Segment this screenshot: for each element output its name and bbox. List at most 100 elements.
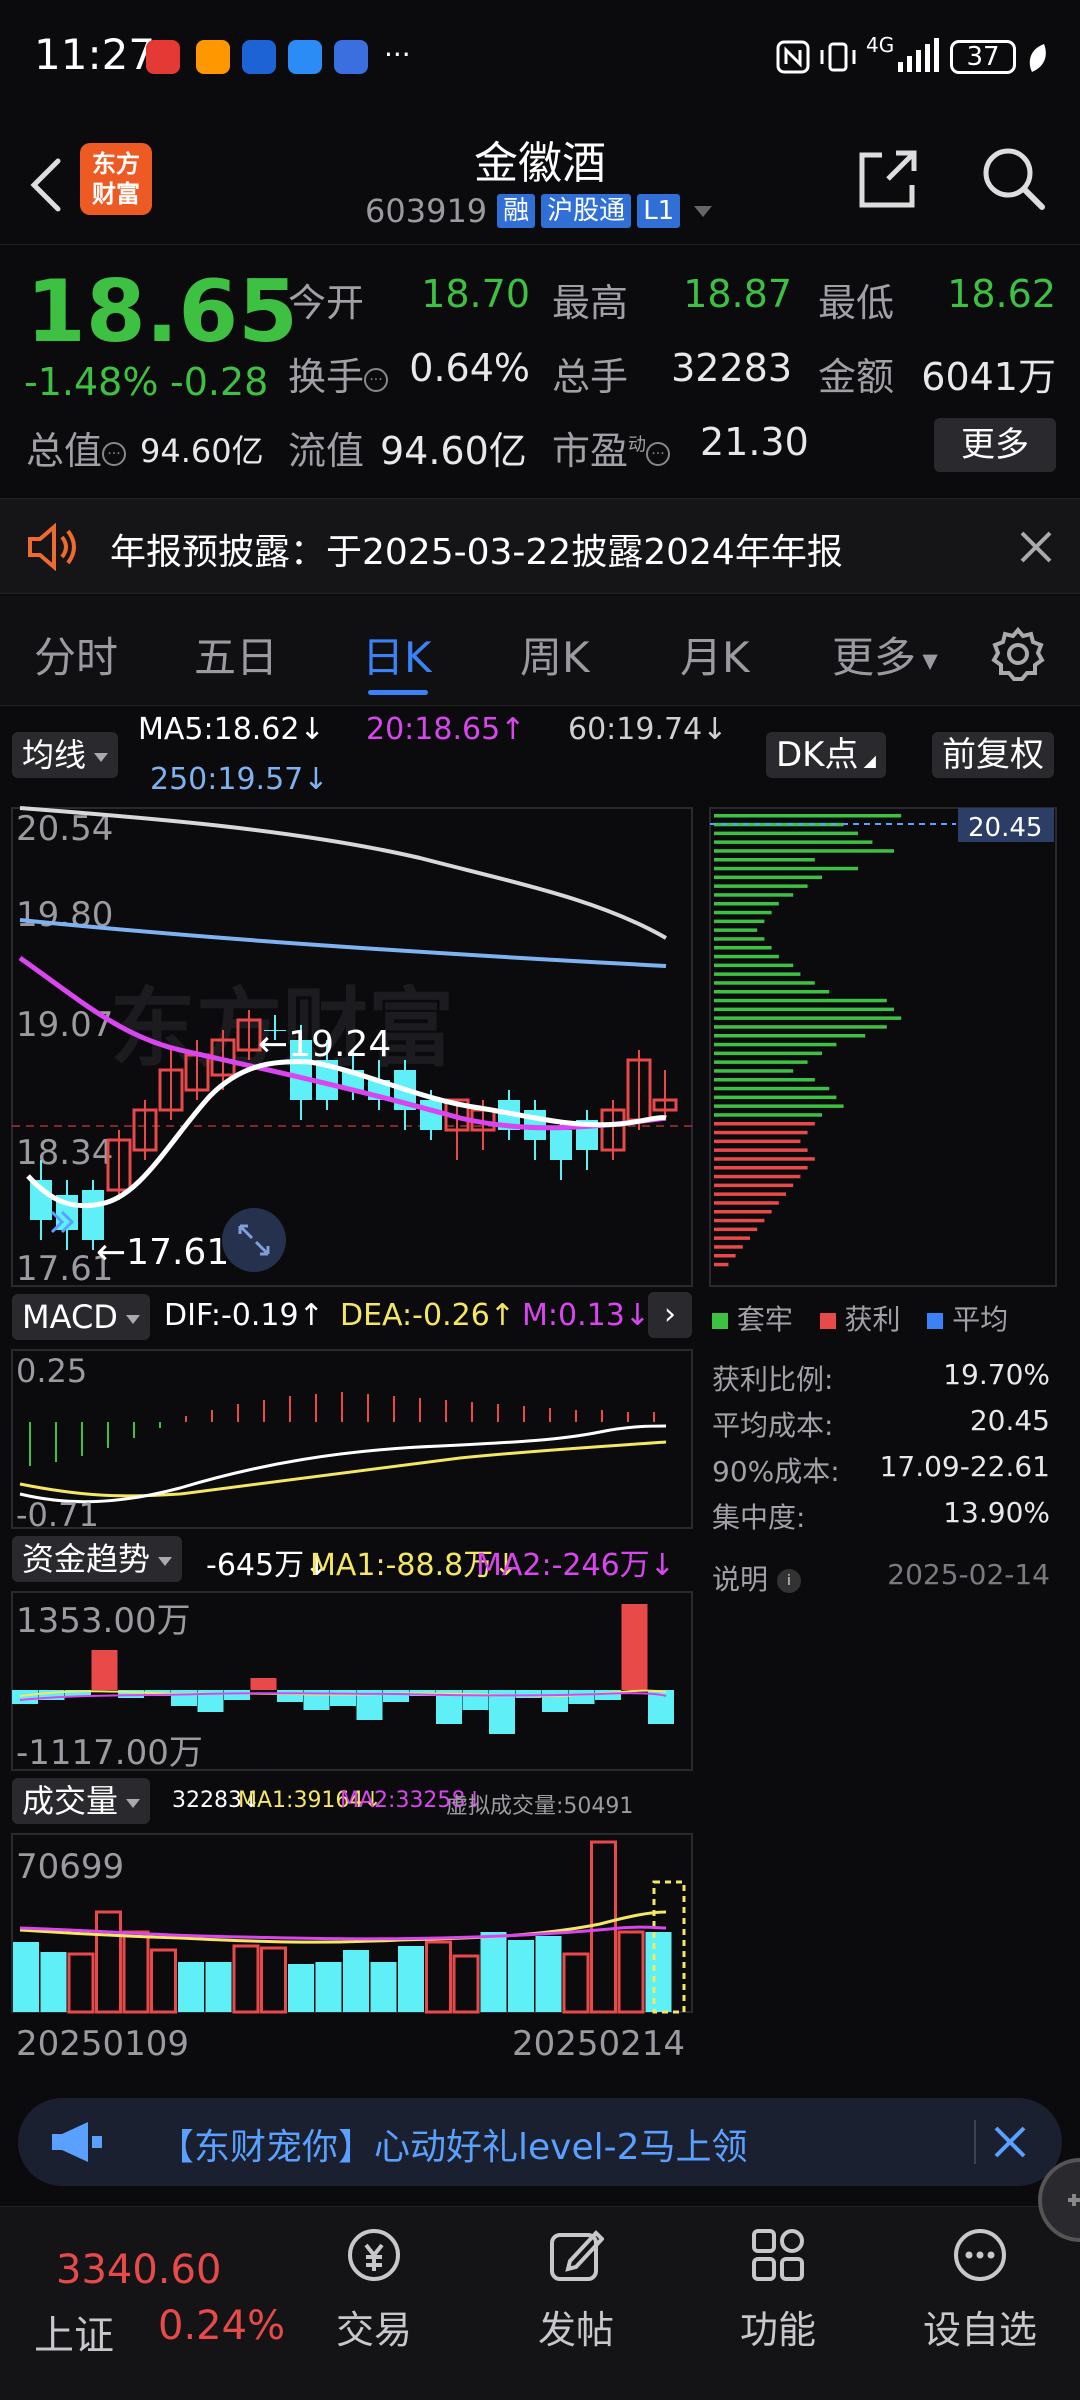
high-label: 最高	[552, 281, 629, 325]
close-icon[interactable]	[992, 2124, 1028, 2160]
index-name[interactable]: 上证	[34, 2303, 114, 2361]
chip-bar	[714, 1051, 822, 1056]
dif-line	[19, 1424, 667, 1504]
volume-bar	[315, 1962, 342, 2012]
chip-bar	[714, 902, 779, 906]
tab-daily-k[interactable]: 日K	[362, 624, 432, 685]
fund-y-bottom: -1117.00万	[16, 1733, 203, 1772]
chip-bar	[714, 1201, 779, 1205]
volume-bar	[562, 1952, 590, 2014]
chip-legend: 套牢 获利 平均	[712, 1298, 1008, 1338]
volume-bar	[95, 1910, 122, 2014]
volume-selector[interactable]: 成交量	[12, 1778, 151, 1824]
megaphone-icon	[52, 2122, 102, 2162]
change-amount: -0.28	[170, 360, 269, 404]
nav-functions[interactable]: 功能	[698, 2227, 858, 2354]
tab-weekly-k[interactable]: 周K	[520, 624, 590, 685]
dk-point-button[interactable]: DK点 ◢	[766, 732, 886, 778]
chip-bar	[714, 998, 887, 1003]
floating-plus-button[interactable]	[1036, 2150, 1080, 2250]
tab-more[interactable]: 更多 ▼	[832, 624, 938, 685]
open-label: 今开	[288, 281, 365, 325]
fund-bar	[12, 1690, 38, 1704]
close-icon[interactable]	[1018, 529, 1054, 565]
tab-monthly-k[interactable]: 月K	[680, 624, 750, 685]
chip-bar	[714, 1139, 801, 1144]
nav-post[interactable]: 发帖	[496, 2227, 656, 2354]
adjust-button[interactable]: 前复权	[932, 732, 1054, 778]
fund-bar	[462, 1690, 489, 1710]
index-value[interactable]: 3340.60	[56, 2247, 221, 2293]
ma250-line	[19, 918, 667, 968]
tab-intraday[interactable]: 分时	[34, 624, 118, 685]
fund-flow-selector[interactable]: 资金趋势	[12, 1536, 183, 1582]
next-indicator-button[interactable]: ›	[648, 1292, 692, 1338]
more-notifications-icon: ···	[384, 38, 411, 71]
app-notification-icon	[242, 40, 276, 74]
gear-icon[interactable]	[990, 626, 1046, 682]
notice-bar[interactable]: 年报预披露：于2025-03-22披露2024年年报	[0, 498, 1080, 594]
volume-bar	[535, 1936, 562, 2012]
chip-note[interactable]: 说明 i	[712, 1558, 801, 1598]
status-time: 11:27	[34, 30, 156, 79]
ma60-line	[19, 806, 667, 940]
chip-bar	[714, 990, 830, 994]
share-icon[interactable]	[856, 147, 920, 211]
fund-bar	[330, 1690, 356, 1706]
nfc-icon	[776, 40, 810, 74]
promo-banner[interactable]: 【东财宠你】心动好礼level-2马上领	[18, 2098, 1062, 2186]
volume-bar	[232, 1944, 260, 2014]
stock-code: 603919	[365, 192, 488, 230]
chip-bar	[714, 1034, 866, 1038]
fund-bar	[277, 1690, 303, 1702]
concentration-value: 13.90%	[943, 1496, 1050, 1529]
tab-five-day[interactable]: 五日	[194, 624, 278, 685]
chip-bar	[714, 893, 794, 897]
chip-bar	[714, 1069, 794, 1073]
chip-bar	[714, 849, 894, 853]
high-marker: ←19.24	[258, 1024, 391, 1065]
low-value: 18.62	[947, 272, 1056, 316]
volume-bar	[425, 1940, 452, 2014]
ma-selector[interactable]: 均线	[12, 732, 119, 778]
chip-bar	[714, 1095, 837, 1100]
fund-flow-chart[interactable]: 1353.00万 -1117.00万	[0, 1590, 700, 1772]
stock-code-row[interactable]: 603919 融 沪股通 L1	[365, 191, 713, 231]
macd-selector[interactable]: MACD	[12, 1294, 150, 1340]
turnover-label: 换手 ···	[288, 346, 389, 401]
app-notification-icon	[146, 40, 180, 74]
chip-bar	[714, 937, 765, 941]
more-quote-button[interactable]: 更多	[934, 418, 1056, 472]
low-marker: ←17.61	[96, 1232, 229, 1273]
chip-bar	[714, 1130, 808, 1135]
avg-cost-value: 20.45	[969, 1404, 1050, 1437]
index-change[interactable]: 0.24%	[158, 2303, 285, 2349]
kline-chart[interactable]: 东方财富 20.54 19.80 19.07 18.34 17.61 ←19.2…	[0, 800, 700, 1290]
macd-chart[interactable]: 0.25 -0.71	[0, 1346, 700, 1530]
info-icon: ···	[102, 441, 127, 466]
volume-bar	[13, 1942, 39, 2012]
volume-bar	[150, 1948, 177, 2014]
chip-bar	[714, 831, 858, 836]
chip-distribution[interactable]: 20.45	[706, 800, 1062, 1290]
more-dots-icon	[954, 2229, 1006, 2281]
stock-header: 东方 财富 金徽酒 603919 融 沪股通 L1	[0, 115, 1080, 245]
search-icon[interactable]	[980, 145, 1046, 211]
pe-label: 市盈动 ···	[552, 420, 671, 475]
virtual-volume: 虚拟成交量:50491	[446, 1794, 634, 1819]
turnover-value: 0.64%	[409, 346, 530, 390]
chip-bar	[714, 1227, 758, 1232]
nav-trade[interactable]: 交易	[294, 2227, 454, 2354]
active-tab-indicator	[368, 690, 428, 695]
volume-label: 总手	[552, 355, 629, 399]
volume-bar	[288, 1964, 314, 2012]
chip-bar	[714, 910, 772, 915]
volume-bar	[617, 1930, 645, 2014]
app-notification-icon	[288, 40, 322, 74]
fund-bar	[91, 1650, 118, 1690]
leaf-icon	[1029, 44, 1046, 72]
fund-bar	[171, 1690, 197, 1706]
volume-chart[interactable]: 70699	[0, 1832, 700, 2014]
chip-bar	[714, 1236, 750, 1240]
volume-value: 32283	[671, 346, 792, 390]
